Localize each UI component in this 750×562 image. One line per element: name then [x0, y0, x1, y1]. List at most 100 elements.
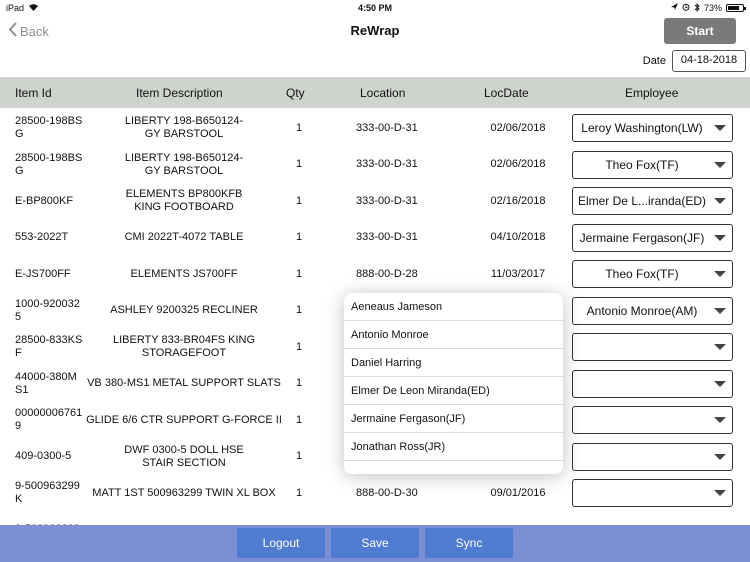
- date-label: Date: [642, 55, 666, 67]
- employee-select[interactable]: Elmer De L...iranda(ED): [572, 187, 733, 215]
- item-id-cell: 44000-380M S1: [15, 370, 77, 396]
- employee-select-value: Antonio Monroe(AM): [586, 303, 698, 318]
- table-row: 28500-198BS G LIBERTY 198-B650124- GY BAR…: [0, 147, 750, 184]
- start-button[interactable]: Start: [664, 18, 736, 44]
- location-cell: 333-00-D-31: [356, 158, 418, 171]
- header-location: Location: [360, 86, 406, 100]
- item-id-cell: 1000-920032 5: [15, 297, 80, 323]
- employee-select[interactable]: [572, 369, 733, 398]
- location-cell: 888-00-D-30: [356, 486, 418, 499]
- employee-dropdown[interactable]: Aeneaus Jameson Antonio Monroe Daniel Harr…: [344, 293, 563, 474]
- qty-cell: 1: [295, 158, 303, 171]
- item-description-cell: VB 380-MS1 METAL SUPPORT SLATS: [87, 377, 281, 390]
- employee-select-value: Elmer De L...iranda(ED): [577, 194, 707, 208]
- save-button[interactable]: Save: [331, 528, 419, 558]
- header-employee: Employee: [625, 86, 679, 100]
- item-id-cell: 553-2022T: [15, 231, 69, 244]
- chevron-down-icon: [708, 198, 732, 204]
- locdate-cell: 04/10/2018: [490, 231, 546, 244]
- employee-select[interactable]: Leroy Washington(LW): [572, 114, 733, 142]
- chevron-down-icon: [708, 271, 732, 277]
- qty-cell: 1: [295, 413, 303, 426]
- date-field[interactable]: 04-18-2018: [672, 50, 746, 72]
- qty-cell: 1: [295, 377, 303, 390]
- header-item-id: Item Id: [15, 86, 52, 100]
- employee-select-value: Theo Fox(TF): [605, 267, 679, 281]
- employee-select[interactable]: Jermaine Fergason(JF): [572, 223, 733, 252]
- employee-select-value: Jermaine Fergason(JF): [579, 230, 705, 245]
- location-cell: 888-00-D-28: [356, 267, 418, 280]
- item-id-cell: 28500-198BS G: [15, 151, 83, 177]
- location-cell: 333-00-D-31: [356, 121, 418, 134]
- dropdown-option[interactable]: Jermaine Fergason(JF): [344, 405, 563, 433]
- employee-select[interactable]: Theo Fox(TF): [572, 260, 733, 288]
- table-row: E-BP800KF ELEMENTS BP800KFB KING FOOTBOAR…: [0, 183, 750, 220]
- page-title: ReWrap: [350, 23, 400, 38]
- dropdown-option[interactable]: Antonio Monroe: [344, 321, 563, 349]
- qty-cell: 1: [295, 121, 303, 134]
- locdate-cell: 02/06/2018: [490, 121, 546, 134]
- date-bar: Date 04-18-2018: [643, 50, 746, 72]
- status-bar: iPad 4:50 PM 73%: [0, 0, 750, 16]
- employee-select[interactable]: Theo Fox(TF): [572, 150, 733, 179]
- location-cell: 333-00-D-31: [356, 231, 418, 244]
- chevron-down-icon: [708, 453, 732, 460]
- table-header: Item Id Item Description Qty Location Lo…: [0, 77, 750, 108]
- table-row: 28500-198BS G LIBERTY 198-B650124- GY BAR…: [0, 110, 750, 147]
- employee-select[interactable]: [572, 442, 733, 471]
- locdate-cell: 09/01/2016: [490, 486, 546, 499]
- employee-select-value: Leroy Washington(LW): [581, 121, 703, 135]
- employee-select-value: Theo Fox(TF): [605, 157, 679, 172]
- employee-select[interactable]: [572, 479, 733, 507]
- dropdown-option[interactable]: Daniel Harring: [344, 349, 563, 377]
- device-name: iPad: [6, 3, 25, 13]
- bluetooth-icon: [694, 2, 700, 14]
- locdate-cell: 02/16/2018: [490, 194, 546, 207]
- chevron-down-icon: [708, 344, 732, 350]
- nav-bar: Back ReWrap Start: [0, 16, 750, 46]
- battery-icon: [726, 4, 746, 12]
- table-row: 9-500963299: [0, 512, 750, 526]
- employee-select[interactable]: Antonio Monroe(AM): [572, 296, 733, 325]
- logout-button[interactable]: Logout: [237, 528, 325, 558]
- qty-cell: 1: [295, 194, 303, 207]
- bottom-toolbar: Logout Save Sync: [0, 525, 750, 562]
- item-id-cell: E-BP800KF: [15, 194, 74, 207]
- item-id-cell: E-JS700FF: [15, 267, 71, 280]
- header-qty: Qty: [286, 86, 305, 100]
- location-cell: 333-00-D-31: [356, 194, 418, 207]
- location-icon: [670, 3, 678, 13]
- chevron-down-icon: [708, 490, 732, 496]
- table-row: 553-2022T CMI 2022T-4072 TABLE 1 333-00-D-3…: [0, 220, 750, 257]
- item-description-cell: ASHLEY 9200325 RECLINER: [110, 304, 258, 317]
- locdate-cell: [482, 512, 554, 526]
- status-time: 4:50 PM: [357, 3, 392, 13]
- sync-button[interactable]: Sync: [425, 528, 513, 558]
- chevron-down-icon: [708, 234, 732, 241]
- item-description-cell: MATT 1ST 500963299 TWIN XL BOX: [92, 486, 276, 499]
- item-id-cell: 28500-833KS F: [15, 334, 83, 360]
- header-locdate: LocDate: [484, 86, 529, 100]
- locdate-cell: 02/06/2018: [490, 158, 546, 171]
- item-id-cell: 9-500963299: [15, 512, 93, 525]
- alarm-icon: [682, 3, 690, 13]
- header-item-description: Item Description: [136, 86, 223, 100]
- qty-cell: 1: [295, 304, 303, 317]
- item-description-cell: GLIDE 6/6 CTR SUPPORT G-FORCE II: [86, 413, 282, 426]
- item-description-cell: DWF 0300-5 DOLL HSE STAIR SECTION: [124, 443, 244, 469]
- dropdown-option[interactable]: Aeneaus Jameson: [344, 293, 563, 321]
- dropdown-option[interactable]: Jonathan Ross(JR): [344, 433, 563, 461]
- employee-select[interactable]: [572, 333, 733, 361]
- locdate-cell: 11/03/2017: [490, 267, 546, 280]
- chevron-down-icon: [708, 417, 732, 423]
- chevron-down-icon: [708, 380, 732, 387]
- qty-cell: 1: [295, 340, 303, 353]
- dropdown-option[interactable]: Elmer De Leon Miranda(ED): [344, 377, 563, 405]
- qty-cell: 1: [295, 267, 303, 280]
- chevron-down-icon: [708, 125, 732, 131]
- item-id-cell: 00000006761 9: [15, 407, 83, 433]
- item-id-cell: 28500-198BS G: [15, 115, 83, 141]
- employee-select[interactable]: [572, 406, 733, 434]
- table-row: E-JS700FF ELEMENTS JS700FF 1 888-00-D-28 11/…: [0, 256, 750, 293]
- qty-cell: 1: [295, 231, 303, 244]
